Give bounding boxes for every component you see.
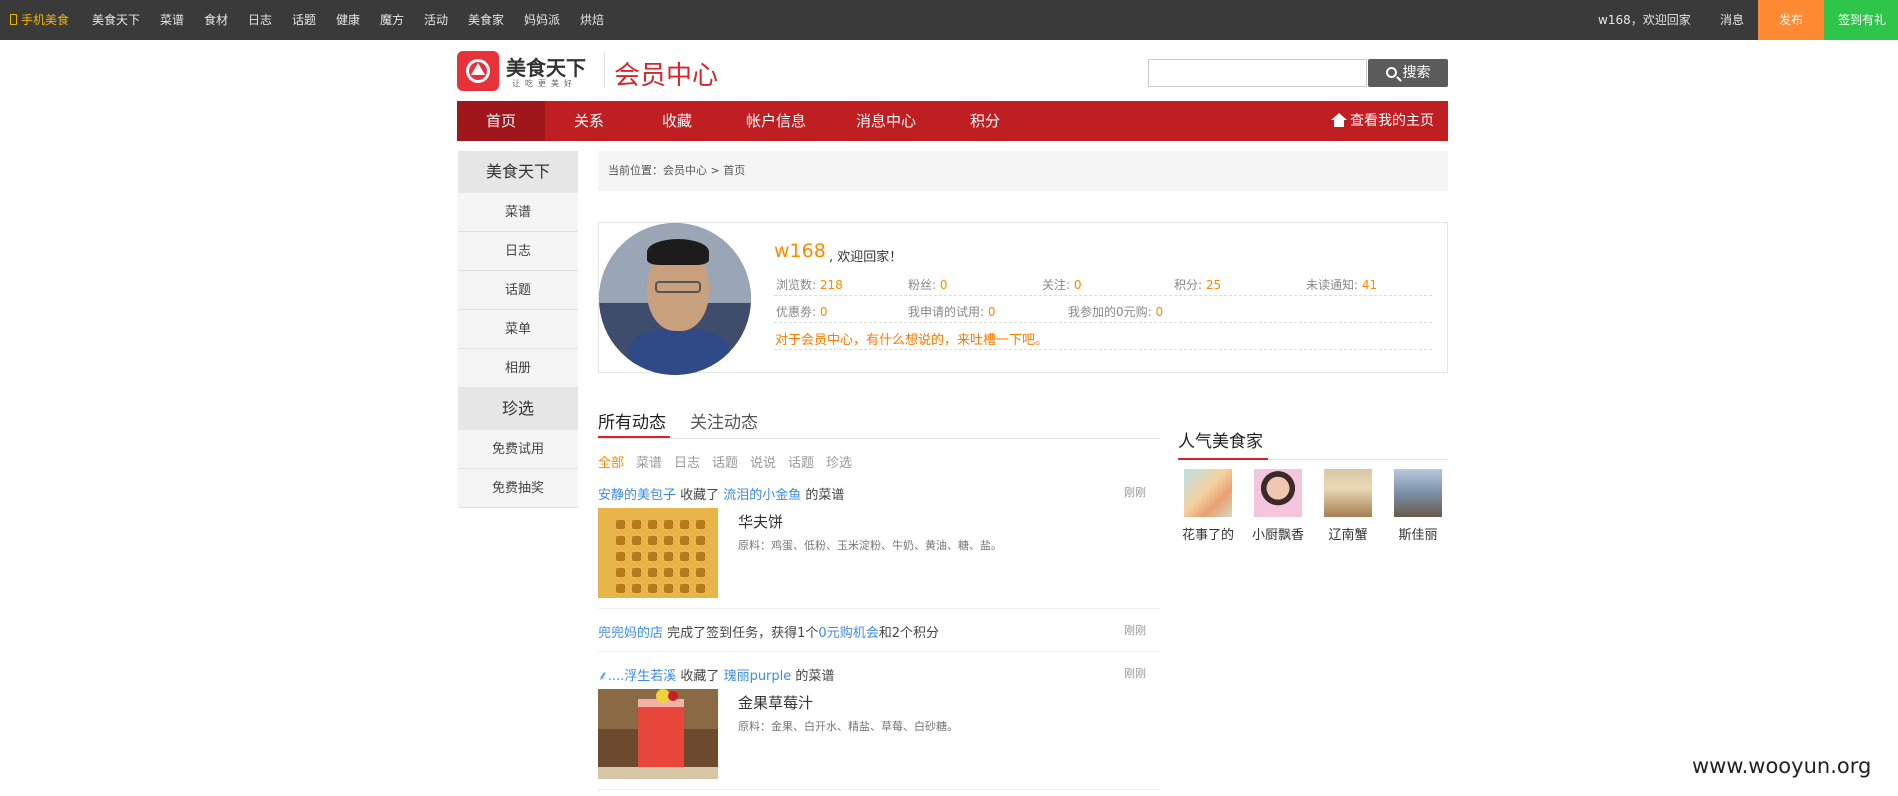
- feed-target-link[interactable]: 0元购机会: [818, 626, 878, 641]
- stat-zero-buy[interactable]: 我参加的0元购: 0: [1068, 303, 1163, 320]
- dish-ingredients: 原料：金果、白开水、精盐、草莓、白砂糖。: [738, 720, 958, 733]
- topnav-link-mom[interactable]: 妈妈派: [524, 0, 560, 40]
- user-greeting[interactable]: w168，欢迎回家: [1598, 0, 1691, 40]
- avatar[interactable]: [1184, 469, 1232, 517]
- stat-points[interactable]: 积分: 25: [1174, 276, 1221, 293]
- topnav-link-cube[interactable]: 魔方: [380, 0, 404, 40]
- welcome-text: , 欢迎回家！: [829, 250, 903, 265]
- dish-title[interactable]: 华夫饼: [738, 511, 783, 532]
- topnav-link-ingredients[interactable]: 食材: [204, 0, 228, 40]
- breadcrumb: 当前位置：会员中心 > 首页: [598, 151, 1448, 191]
- dish-ingredients: 原料：鸡蛋、低粉、玉米淀粉、牛奶、黄油、糖、盐。: [738, 539, 1002, 552]
- topnav-link-topics[interactable]: 话题: [292, 0, 316, 40]
- filter-recipes[interactable]: 菜谱: [636, 452, 662, 471]
- member-center-title: 会员中心: [614, 61, 719, 91]
- messages-link[interactable]: 消息: [1720, 0, 1744, 40]
- stats-row: 浏览数: 218 粉丝: 0 关注: 0 积分: 25 未读通知: 41: [774, 270, 1432, 296]
- avatar[interactable]: [1254, 469, 1302, 517]
- header-divider: [604, 53, 605, 87]
- feed-item-text: ⸙....浮生若溪 收藏了 瑰丽purple 的菜谱: [598, 669, 835, 684]
- top-bar: 手机美食 美食天下 菜谱 食材 日志 话题 健康 魔方 活动 美食家 妈妈派 烘…: [0, 0, 1898, 40]
- topnav-link-baking[interactable]: 烘焙: [580, 0, 604, 40]
- feed-target-link[interactable]: 流泪的小金鱼: [723, 488, 801, 503]
- topnav-link-home[interactable]: 美食天下: [92, 0, 140, 40]
- site-logo[interactable]: [457, 51, 499, 91]
- tab-following-activity[interactable]: 关注动态: [690, 408, 758, 433]
- gourmet-name[interactable]: 斯佳丽: [1383, 524, 1453, 543]
- tab-relations[interactable]: 关系: [545, 101, 633, 141]
- leaf-icon: ⸙: [598, 669, 608, 684]
- sidebar-item-recipes[interactable]: 菜谱: [458, 193, 578, 232]
- search-icon: [1385, 67, 1397, 78]
- stats-row: 优惠劵: 0 我申请的试用: 0 我参加的0元购: 0: [774, 297, 1432, 323]
- filter-topics-2[interactable]: 话题: [788, 452, 814, 471]
- dish-thumbnail[interactable]: [598, 508, 718, 598]
- topnav-link-gourmets[interactable]: 美食家: [468, 0, 504, 40]
- filter-blog[interactable]: 日志: [674, 452, 700, 471]
- sidebar-item-menus[interactable]: 菜单: [458, 310, 578, 349]
- avatar[interactable]: [599, 223, 751, 375]
- dish-title[interactable]: 金果草莓汁: [738, 692, 813, 713]
- topnav-link-blog[interactable]: 日志: [248, 0, 272, 40]
- publish-button[interactable]: 发布: [1758, 0, 1824, 40]
- stat-trials[interactable]: 我申请的试用: 0: [908, 303, 996, 320]
- stat-coupons[interactable]: 优惠劵: 0: [776, 303, 828, 320]
- logo-slogan: 让吃更美好: [512, 79, 577, 88]
- sidebar-item-blog[interactable]: 日志: [458, 232, 578, 271]
- stat-fans[interactable]: 粉丝: 0: [908, 276, 948, 293]
- feed-user-link[interactable]: 兜兜妈的店: [598, 626, 663, 641]
- stat-following[interactable]: 关注: 0: [1042, 276, 1082, 293]
- search-input[interactable]: [1148, 59, 1367, 87]
- mobile-link[interactable]: 手机美食: [10, 0, 69, 40]
- gourmet-name[interactable]: 辽南蟹: [1313, 524, 1383, 543]
- sidebar-item-topics[interactable]: 话题: [458, 271, 578, 310]
- stat-views: 浏览数: 218: [776, 278, 843, 292]
- feed-time: 刚刚: [1124, 667, 1146, 680]
- topnav-link-events[interactable]: 活动: [424, 0, 448, 40]
- feed-time: 刚刚: [1124, 486, 1146, 499]
- feed-user-link[interactable]: ⸙....浮生若溪: [598, 669, 676, 684]
- stat-unread[interactable]: 未读通知: 41: [1306, 276, 1377, 293]
- tab-favorites[interactable]: 收藏: [633, 101, 721, 141]
- filter-topics[interactable]: 话题: [712, 452, 738, 471]
- tab-messages[interactable]: 消息中心: [831, 101, 941, 141]
- logo-title[interactable]: 美食天下: [506, 52, 586, 81]
- avatar[interactable]: [1324, 469, 1372, 517]
- search-button[interactable]: 搜索: [1368, 59, 1448, 87]
- home-icon: [1331, 113, 1347, 127]
- sidebar-heading: 美食天下: [458, 151, 578, 193]
- filter-select[interactable]: 珍选: [826, 452, 852, 471]
- view-my-homepage-link[interactable]: 查看我的主页: [1331, 101, 1434, 141]
- tab-home[interactable]: 首页: [457, 101, 545, 141]
- sidebar-heading: 珍选: [458, 388, 578, 430]
- gourmet-name[interactable]: 小厨飘香: [1243, 524, 1313, 543]
- watermark: www.wooyun.org: [1692, 754, 1872, 778]
- feed-user-link[interactable]: 安静的美包子: [598, 488, 676, 503]
- signin-button[interactable]: 签到有礼: [1824, 0, 1898, 40]
- feed-time: 刚刚: [1124, 624, 1146, 637]
- main-nav: 首页 关系 收藏 帐户信息 消息中心 积分 查看我的主页: [457, 101, 1448, 141]
- sidebar-item-free-trial[interactable]: 免费试用: [458, 430, 578, 469]
- popular-gourmets-title: 人气美食家: [1178, 432, 1263, 452]
- feedback-link[interactable]: 对于会员中心，有什么想说的，来吐槽一下吧。: [775, 329, 1048, 348]
- sidebar-item-lottery[interactable]: 免费抽奖: [458, 469, 578, 508]
- feed-item-text: 兜兜妈的店 完成了签到任务，获得1个0元购机会和2个积分: [598, 626, 939, 641]
- username[interactable]: w168: [774, 240, 826, 262]
- sidebar-item-albums[interactable]: 相册: [458, 349, 578, 388]
- tab-all-activity[interactable]: 所有动态: [598, 408, 666, 433]
- topnav-link-health[interactable]: 健康: [336, 0, 360, 40]
- avatar[interactable]: [1394, 469, 1442, 517]
- tab-points[interactable]: 积分: [941, 101, 1029, 141]
- filter-posts[interactable]: 说说: [750, 452, 776, 471]
- tab-account[interactable]: 帐户信息: [721, 101, 831, 141]
- filter-all[interactable]: 全部: [598, 452, 624, 471]
- active-tab-indicator: [598, 436, 670, 438]
- sidebar: 美食天下 菜谱 日志 话题 菜单 相册 珍选 免费试用 免费抽奖: [458, 151, 578, 508]
- gourmet-name[interactable]: 花事了的: [1173, 524, 1243, 543]
- topnav-link-recipes[interactable]: 菜谱: [160, 0, 184, 40]
- feed-item-text: 安静的美包子 收藏了 流泪的小金鱼 的菜谱: [598, 488, 845, 503]
- feed-target-link[interactable]: 瑰丽purple: [724, 669, 792, 684]
- dish-thumbnail[interactable]: [598, 689, 718, 779]
- phone-icon: [10, 14, 17, 25]
